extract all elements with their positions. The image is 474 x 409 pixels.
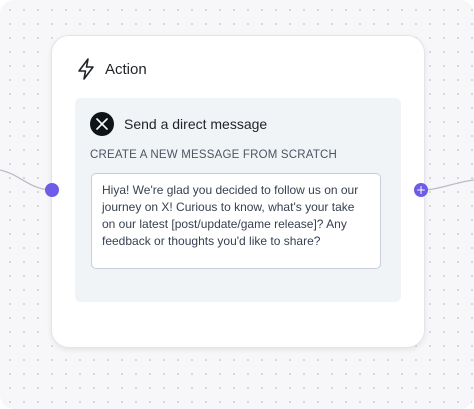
output-handle-plus-icon[interactable]: + xyxy=(414,183,428,197)
action-title: Action xyxy=(105,60,147,78)
input-handle-dot-icon[interactable] xyxy=(45,183,59,197)
message-section-label: CREATE A NEW MESSAGE FROM SCRATCH xyxy=(90,149,338,161)
integration-label: Send a direct message xyxy=(124,116,268,132)
action-node-card[interactable]: Action Send a direct message CREATE A NE… xyxy=(51,35,425,348)
send-message-panel: Send a direct message CREATE A NEW MESSA… xyxy=(75,98,401,302)
x-logo-icon xyxy=(90,112,114,136)
integration-header: Send a direct message xyxy=(90,112,267,136)
workflow-canvas: Action Send a direct message CREATE A NE… xyxy=(0,0,474,409)
message-textarea[interactable]: Hiya! We're glad you decided to follow u… xyxy=(91,173,381,269)
bolt-icon xyxy=(78,58,94,80)
action-header: Action xyxy=(77,58,147,80)
